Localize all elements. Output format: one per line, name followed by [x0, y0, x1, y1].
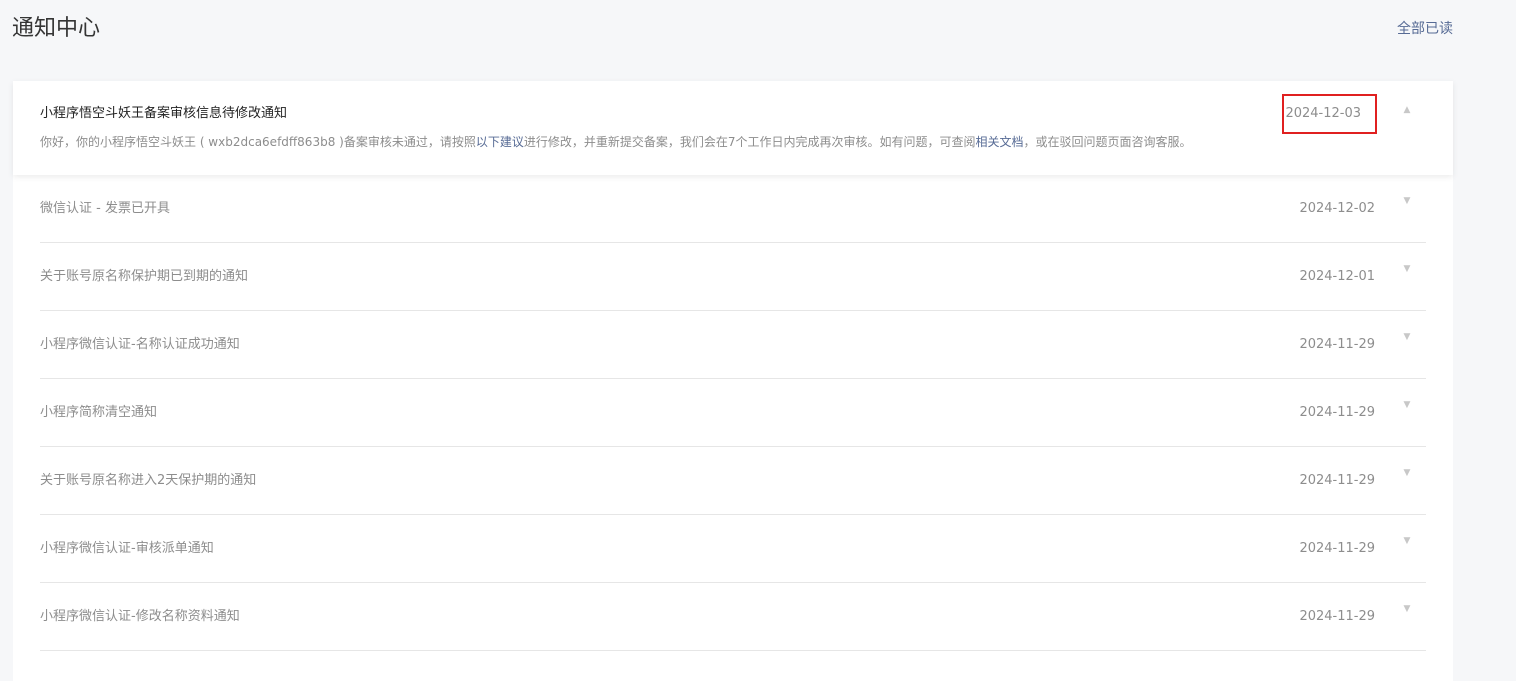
notice-title: 小程序微信认证-审核派单通知 [40, 541, 214, 556]
chevron-down-icon[interactable]: ▼ [1402, 332, 1412, 342]
chevron-down-icon[interactable]: ▼ [1402, 468, 1412, 478]
chevron-down-icon[interactable]: ▼ [1402, 400, 1412, 410]
notice-date: 2024-11-29 [1299, 405, 1375, 420]
chevron-down-icon[interactable]: ▼ [1402, 196, 1412, 206]
notice-title: 小程序悟空斗妖王备案审核信息待修改通知 [40, 106, 288, 121]
notice-title: 小程序简称清空通知 [40, 405, 158, 420]
notice-date: 2024-12-03 [1282, 94, 1377, 134]
chevron-down-icon[interactable]: ▼ [1402, 604, 1412, 614]
notice-item-expanded[interactable]: 小程序悟空斗妖王备案审核信息待修改通知 2024-12-03 ▲ 你好，你的小程… [13, 81, 1453, 175]
notice-date: 2024-11-29 [1299, 337, 1375, 352]
notice-body: 你好，你的小程序悟空斗妖王 ( wxb2dca6efdff863b8 )备案审核… [40, 133, 1192, 151]
related-docs-link[interactable]: 相关文档 [976, 135, 1024, 149]
notice-title: 关于账号原名称保护期已到期的通知 [40, 269, 249, 284]
notice-list: 小程序悟空斗妖王备案审核信息待修改通知 2024-12-03 ▲ 你好，你的小程… [13, 81, 1453, 681]
chevron-up-icon[interactable]: ▲ [1402, 105, 1412, 115]
notice-item[interactable]: 小程序微信认证-名称认证成功通知 2024-11-29 ▼ [40, 311, 1426, 379]
notice-title: 关于账号原名称进入2天保护期的通知 [40, 473, 257, 488]
notice-item[interactable]: 关于账号原名称进入2天保护期的通知 2024-11-29 ▼ [40, 447, 1426, 515]
chevron-down-icon[interactable]: ▼ [1402, 264, 1412, 274]
notice-item[interactable]: 小程序微信认证-审核派单通知 2024-11-29 ▼ [40, 515, 1426, 583]
notice-item[interactable]: 小程序微信认证-修改名称资料通知 2024-11-29 ▼ [40, 583, 1426, 651]
notice-item[interactable]: 小程序简称清空通知 2024-11-29 ▼ [40, 379, 1426, 447]
chevron-down-icon[interactable]: ▼ [1402, 536, 1412, 546]
mark-all-read-link[interactable]: 全部已读 [1397, 19, 1453, 39]
notice-date: 2024-12-01 [1299, 269, 1375, 284]
notice-date: 2024-11-29 [1299, 473, 1375, 488]
notice-title: 小程序微信认证-名称认证成功通知 [40, 337, 240, 352]
notice-item[interactable]: 微信认证 - 发票已开具 2024-12-02 ▼ [40, 175, 1426, 243]
notice-date: 2024-11-29 [1299, 541, 1375, 556]
notice-date: 2024-12-02 [1299, 201, 1375, 216]
notice-body-text: 你好，你的小程序悟空斗妖王 ( wxb2dca6efdff863b8 )备案审核… [40, 135, 476, 149]
page-title: 通知中心 [12, 16, 101, 41]
suggestions-link[interactable]: 以下建议 [476, 135, 524, 149]
notice-item[interactable]: 关于账号原名称保护期已到期的通知 2024-12-01 ▼ [40, 243, 1426, 311]
notice-date: 2024-11-29 [1299, 609, 1375, 624]
notice-title: 微信认证 - 发票已开具 [40, 201, 170, 216]
notice-body-text: ，或在驳回问题页面咨询客服。 [1023, 135, 1192, 149]
notice-title: 小程序微信认证-修改名称资料通知 [40, 609, 240, 624]
notice-body-text: 进行修改，并重新提交备案，我们会在7个工作日内完成再次审核。如有问题，可查阅 [523, 135, 976, 149]
